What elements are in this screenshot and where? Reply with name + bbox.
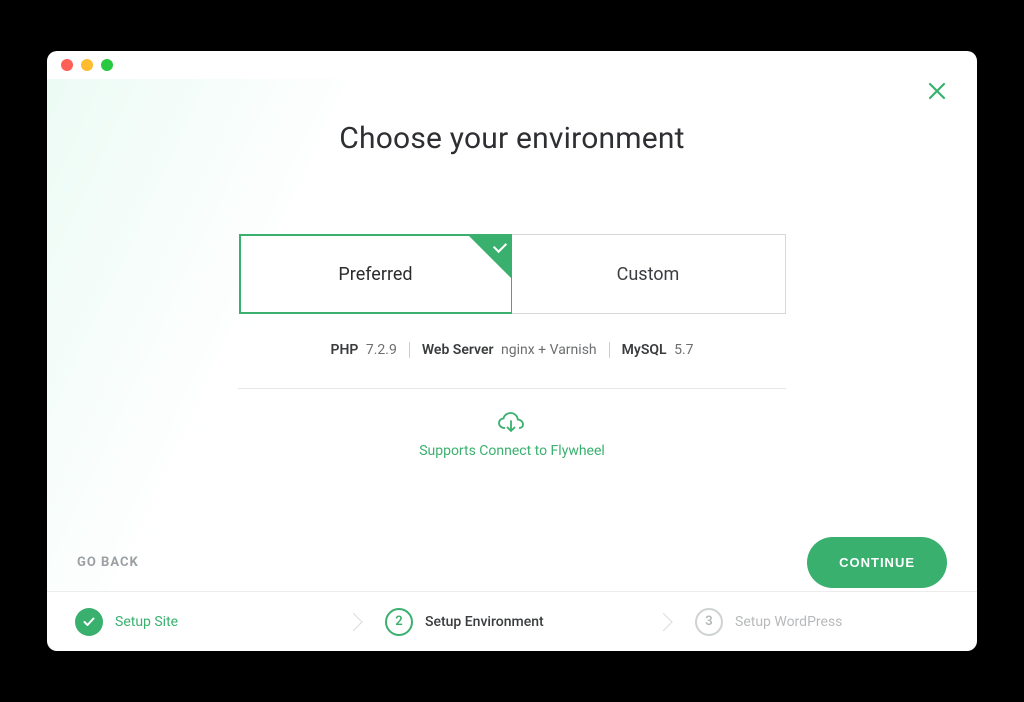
step-2-number: 2 xyxy=(385,608,413,636)
flywheel-text: Supports Connect to Flywheel xyxy=(419,443,605,459)
step-1-label: Setup Site xyxy=(115,614,178,630)
titlebar xyxy=(47,51,977,79)
spec-mysql-label: MySQL xyxy=(622,342,667,358)
step-3-label: Setup WordPress xyxy=(735,614,842,630)
step-setup-environment[interactable]: 2 Setup Environment xyxy=(357,592,667,651)
spec-webserver-value: nginx + Varnish xyxy=(501,342,597,358)
window-minimize-icon[interactable] xyxy=(81,59,93,71)
option-custom-label: Custom xyxy=(617,264,680,285)
spec-webserver-label: Web Server xyxy=(422,342,494,358)
step-setup-site[interactable]: Setup Site xyxy=(47,592,357,651)
window-maximize-icon[interactable] xyxy=(101,59,113,71)
selected-check-icon xyxy=(469,236,511,278)
step-setup-wordpress[interactable]: 3 Setup WordPress xyxy=(667,592,977,651)
environment-options: Preferred Custom xyxy=(239,234,786,314)
spec-mysql: MySQL 5.7 xyxy=(609,342,706,358)
continue-button[interactable]: CONTINUE xyxy=(807,537,947,588)
cloud-download-icon xyxy=(497,411,527,435)
spec-mysql-value: 5.7 xyxy=(674,342,693,358)
main-content: Choose your environment Preferred Custom… xyxy=(47,79,977,591)
stepper: Setup Site 2 Setup Environment 3 Setup W… xyxy=(47,591,977,651)
spec-php-label: PHP xyxy=(330,342,358,358)
option-custom[interactable]: Custom xyxy=(512,234,786,314)
spec-php-value: 7.2.9 xyxy=(366,342,397,358)
app-window: Choose your environment Preferred Custom… xyxy=(47,51,977,651)
go-back-button[interactable]: GO BACK xyxy=(77,555,139,570)
close-icon[interactable] xyxy=(927,81,947,101)
spec-php: PHP 7.2.9 xyxy=(318,342,408,358)
step-1-check-icon xyxy=(75,608,103,636)
step-2-label: Setup Environment xyxy=(425,614,544,630)
flywheel-info: Supports Connect to Flywheel xyxy=(419,411,605,459)
window-close-icon[interactable] xyxy=(61,59,73,71)
spec-row: PHP 7.2.9 Web Server nginx + Varnish MyS… xyxy=(318,342,705,358)
page-title: Choose your environment xyxy=(339,121,684,156)
action-bar: GO BACK CONTINUE xyxy=(47,537,977,587)
step-3-number: 3 xyxy=(695,608,723,636)
divider xyxy=(238,388,786,389)
option-preferred-label: Preferred xyxy=(338,264,412,285)
spec-webserver: Web Server nginx + Varnish xyxy=(409,342,609,358)
option-preferred[interactable]: Preferred xyxy=(239,234,513,314)
